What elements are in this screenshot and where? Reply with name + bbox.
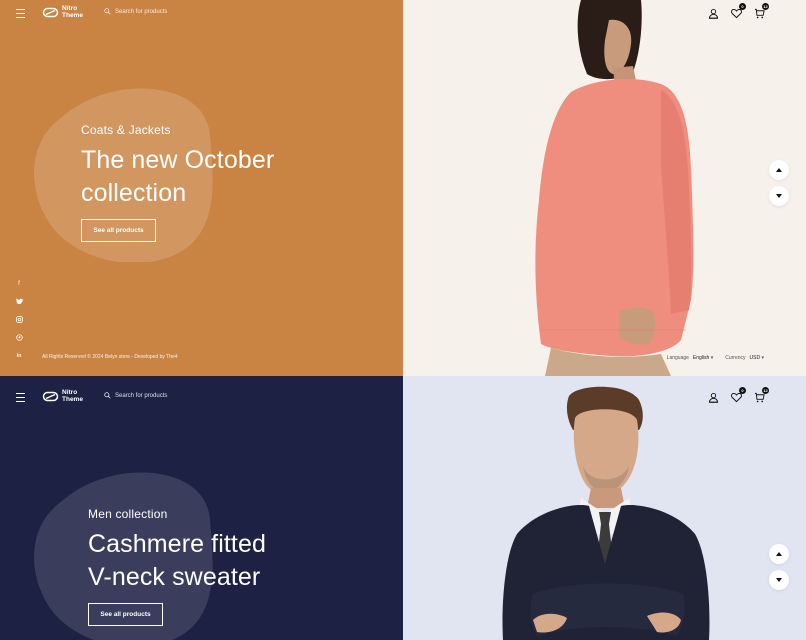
slide-title: The new October collection (81, 144, 274, 210)
hero-slide-2: Nitro Theme Search for products Men coll… (0, 376, 806, 640)
slide-1-image-panel: 0 12 Language English ▾ Currency USD ▾ (403, 0, 806, 376)
slider-nav (769, 544, 789, 590)
wishlist-count-badge: 0 (739, 3, 746, 10)
currency-value: USD (749, 355, 761, 361)
search-input[interactable]: Search for products (104, 392, 167, 399)
slide-title-line1: The new October (81, 146, 275, 174)
slide-title-line2: V-neck sweater (88, 563, 261, 591)
header-actions: 0 12 (708, 3, 769, 19)
facebook-icon[interactable]: f (14, 280, 24, 288)
slide-subtitle: Men collection (88, 507, 168, 521)
slide-next-button[interactable] (769, 570, 789, 590)
logo-icon (42, 7, 59, 17)
pinterest-icon[interactable] (14, 334, 24, 342)
slide-2-content-panel: Nitro Theme Search for products Men coll… (0, 376, 403, 640)
header-actions: 0 12 (708, 387, 769, 403)
woman-model-image (535, 0, 694, 376)
account-button[interactable] (708, 390, 719, 403)
cart-count-badge: 12 (762, 387, 769, 394)
copyright-text: All Rights Reserved © 2024 Belyn store -… (42, 354, 178, 360)
search-icon (104, 8, 111, 15)
chevron-down-icon: ▾ (761, 355, 764, 361)
cart-count-badge: 12 (762, 3, 769, 10)
wishlist-button[interactable]: 0 (731, 3, 746, 19)
language-value: English (692, 355, 710, 361)
locale-settings: Language English ▾ Currency USD ▾ (667, 355, 764, 361)
slide-subtitle: Coats & Jackets (81, 123, 171, 137)
slide-prev-button[interactable] (769, 544, 789, 564)
user-icon (708, 393, 719, 403)
currency-selector[interactable]: Currency USD ▾ (725, 355, 764, 361)
language-selector[interactable]: Language English ▾ (667, 355, 714, 361)
search-placeholder: Search for products (115, 8, 168, 15)
hero-slide-1: Nitro Theme Search for products Coats & … (0, 0, 806, 376)
account-button[interactable] (708, 6, 719, 19)
logo-text-line2: Theme (62, 12, 83, 19)
social-links: f in (14, 280, 24, 360)
user-icon (708, 9, 719, 19)
brand-logo[interactable]: Nitro Theme (42, 389, 83, 403)
language-label: Language (666, 355, 689, 361)
logo-icon (42, 391, 59, 401)
search-input[interactable]: Search for products (104, 8, 167, 15)
slide-2-image-panel: 0 12 (403, 376, 806, 640)
arrow-down-icon (776, 194, 782, 198)
arrow-down-icon (776, 578, 782, 582)
linkedin-icon[interactable]: in (14, 352, 24, 360)
see-all-products-button[interactable]: See all products (81, 219, 156, 242)
logo-text-line2: Theme (62, 396, 83, 403)
menu-icon[interactable] (16, 9, 25, 18)
slide-title-line2: collection (81, 179, 187, 207)
see-all-products-button[interactable]: See all products (88, 603, 163, 626)
cart-button[interactable]: 12 (754, 387, 769, 403)
arrow-up-icon (776, 552, 782, 556)
wishlist-count-badge: 0 (739, 387, 746, 394)
slide-1-content-panel: Nitro Theme Search for products Coats & … (0, 0, 403, 376)
slide-title-line1: Cashmere fitted (88, 530, 266, 558)
instagram-icon[interactable] (14, 316, 24, 324)
search-placeholder: Search for products (115, 392, 168, 399)
brand-logo[interactable]: Nitro Theme (42, 5, 83, 19)
currency-label: Currency (725, 355, 746, 361)
slide-next-button[interactable] (769, 186, 789, 206)
search-icon (104, 392, 111, 399)
logo-text-line1: Nitro (62, 389, 78, 396)
logo-text-line1: Nitro (62, 5, 78, 12)
slide-prev-button[interactable] (769, 160, 789, 180)
man-model-image (502, 386, 710, 640)
wishlist-button[interactable]: 0 (731, 387, 746, 403)
chevron-down-icon: ▾ (710, 355, 714, 361)
twitter-icon[interactable] (14, 298, 24, 306)
arrow-up-icon (776, 168, 782, 172)
slider-nav (769, 160, 789, 206)
cart-button[interactable]: 12 (754, 3, 769, 19)
slide-title: Cashmere fitted V-neck sweater (88, 528, 266, 594)
menu-icon[interactable] (16, 393, 25, 402)
